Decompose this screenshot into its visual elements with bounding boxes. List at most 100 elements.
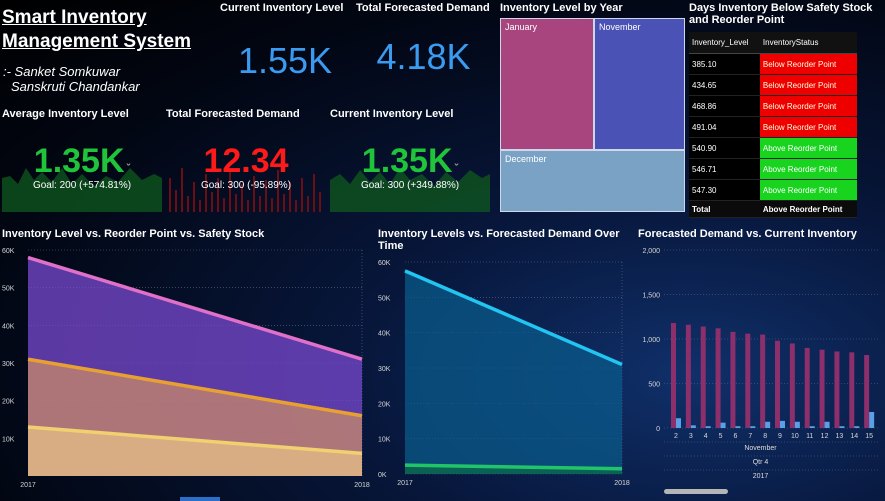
column-header-inventory-level[interactable]: Inventory_Level bbox=[689, 32, 760, 54]
x-tick-label: 2018 bbox=[614, 480, 630, 487]
bar-forecasted[interactable] bbox=[775, 340, 780, 428]
cell-status: Above Reorder Point bbox=[759, 179, 857, 201]
x-tick-label: 7 bbox=[748, 433, 752, 440]
y-tick-label: 0 bbox=[656, 426, 660, 433]
area-chart-1-visual[interactable]: Inventory Level vs. Reorder Point vs. Sa… bbox=[0, 226, 372, 498]
x-tick-label: 6 bbox=[733, 433, 737, 440]
bar-inventory[interactable] bbox=[869, 411, 875, 428]
bar-chart-visual[interactable]: Forecasted Demand vs. Current Inventory … bbox=[636, 226, 885, 498]
table-row[interactable]: 468.86 Below Reorder Point bbox=[689, 95, 857, 117]
author-line-1: :- Sanket Somkuwar bbox=[3, 64, 121, 79]
bar-inventory[interactable] bbox=[690, 425, 696, 428]
bar-forecasted[interactable] bbox=[671, 322, 676, 428]
y-tick-label: 1,000 bbox=[642, 337, 660, 344]
total-forecasted-card-value: 4.18K bbox=[376, 36, 471, 77]
bar-forecasted[interactable] bbox=[745, 333, 751, 428]
table-row[interactable]: 540.90 Above Reorder Point bbox=[689, 137, 857, 159]
treemap-cell-december[interactable]: December bbox=[500, 150, 685, 212]
authors: :- Sanket Somkuwar Sanskruti Chandankar bbox=[3, 64, 140, 94]
bar-inventory[interactable] bbox=[765, 421, 771, 428]
total-status: Above Reorder Point bbox=[759, 200, 857, 218]
bar-forecasted[interactable] bbox=[700, 326, 706, 428]
bar-inventory[interactable] bbox=[780, 420, 785, 428]
bar-inventory[interactable] bbox=[824, 421, 830, 428]
x-tick-label: 2017 bbox=[397, 480, 413, 487]
x-tick-label: 3 bbox=[689, 433, 693, 440]
x-tick-label: 8 bbox=[763, 433, 767, 440]
table-row[interactable]: 491.04 Below Reorder Point bbox=[689, 116, 857, 138]
y-tick-label: 500 bbox=[648, 382, 660, 389]
total-forecasted-card[interactable]: Total Forecasted Demand 4.18K bbox=[356, 2, 491, 102]
bar-inventory[interactable] bbox=[809, 426, 815, 428]
bar-forecasted[interactable] bbox=[789, 343, 795, 428]
kpi-current-inventory[interactable]: Current Inventory Level 1.35K ˇ Goal: 300… bbox=[330, 108, 490, 212]
bar-forecasted[interactable] bbox=[730, 331, 736, 428]
area-chart-2-visual[interactable]: Inventory Levels vs. Forecasted Demand O… bbox=[376, 226, 632, 498]
total-forecasted-card-title: Total Forecasted Demand bbox=[356, 2, 490, 14]
table-row[interactable]: 546.71 Above Reorder Point bbox=[689, 158, 857, 180]
current-inventory-card[interactable]: Current Inventory Level 1.55K bbox=[220, 2, 350, 102]
bar-inventory[interactable] bbox=[705, 426, 711, 428]
author-line-2: Sanskruti Chandankar bbox=[11, 79, 140, 94]
bar-inventory[interactable] bbox=[854, 426, 860, 428]
bar-forecasted[interactable] bbox=[685, 324, 691, 428]
horizontal-scrollbar[interactable] bbox=[664, 489, 728, 494]
y-tick-label: 50K bbox=[2, 286, 15, 293]
bar-inventory[interactable] bbox=[720, 422, 726, 428]
kpi-value-text: 12.34 bbox=[203, 142, 289, 180]
y-tick-label: 0K bbox=[378, 472, 387, 479]
bar-inventory[interactable] bbox=[839, 426, 845, 428]
kpi-title: Total Forecasted Demand bbox=[166, 108, 300, 120]
cell-value: 540.90 bbox=[689, 137, 760, 159]
bar-forecasted[interactable] bbox=[849, 352, 855, 428]
trend-chevron-icon: ˇ bbox=[454, 163, 459, 175]
kpi-average-inventory[interactable]: Average Inventory Level 1.35K ˇ Goal: 200… bbox=[2, 108, 162, 212]
days-below-table-visual[interactable]: Days Inventory Below Safety Stock and Re… bbox=[689, 2, 883, 218]
bar-forecasted[interactable] bbox=[760, 334, 766, 428]
trend-chevron-icon: ˇ bbox=[126, 163, 131, 175]
kpi-value: 12.34 bbox=[166, 142, 326, 181]
cell-status: Below Reorder Point bbox=[759, 95, 857, 117]
bar-forecasted[interactable] bbox=[819, 349, 825, 428]
series-area bbox=[405, 270, 622, 474]
bar-inventory[interactable] bbox=[676, 418, 681, 428]
column-header-inventory-status[interactable]: InventoryStatus bbox=[759, 32, 857, 54]
area-chart-1-svg: 60K 50K 40K 30K 20K 10K 2017 2018 bbox=[2, 248, 370, 489]
bar-forecasted[interactable] bbox=[834, 351, 840, 428]
table-header-row: Inventory_Level InventoryStatus bbox=[689, 32, 857, 54]
cell-value: 547.30 bbox=[689, 179, 760, 201]
report-title: Smart Inventory Management System bbox=[2, 7, 192, 52]
bar-forecasted[interactable] bbox=[715, 328, 721, 428]
table-total-row: Total Above Reorder Point bbox=[689, 200, 857, 218]
x-tick-label: 2018 bbox=[354, 482, 370, 489]
bar-inventory[interactable] bbox=[750, 426, 756, 428]
treemap-visual[interactable]: Inventory Level by Year January November… bbox=[500, 2, 685, 212]
table-row[interactable]: 434.65 Below Reorder Point bbox=[689, 74, 857, 96]
x-tick-label: 5 bbox=[719, 433, 723, 440]
y-tick-label: 10K bbox=[2, 436, 15, 443]
area-chart-1-title: Inventory Level vs. Reorder Point vs. Sa… bbox=[2, 228, 265, 240]
treemap-cell-november[interactable]: November bbox=[594, 18, 685, 150]
x-group-label-month: November bbox=[744, 445, 777, 452]
cell-value: 468.86 bbox=[689, 95, 760, 117]
treemap-cell-january[interactable]: January bbox=[500, 18, 594, 150]
y-tick-label: 1,500 bbox=[642, 293, 660, 300]
current-inventory-card-value: 1.55K bbox=[237, 40, 333, 81]
x-tick-label: 2017 bbox=[20, 482, 36, 489]
bar-inventory[interactable] bbox=[735, 426, 741, 428]
cell-status: Below Reorder Point bbox=[759, 74, 857, 96]
x-tick-label: 14 bbox=[850, 433, 858, 440]
kpi-total-forecasted[interactable]: Total Forecasted Demand 12.34 Goal: 300 … bbox=[166, 108, 326, 212]
table-row[interactable]: 547.30 Above Reorder Point bbox=[689, 179, 857, 201]
bar-forecasted[interactable] bbox=[864, 355, 870, 428]
x-tick-label: 9 bbox=[778, 433, 782, 440]
bar-inventory[interactable] bbox=[794, 421, 800, 428]
cell-value: 546.71 bbox=[689, 158, 760, 180]
x-group-label-year: 2017 bbox=[752, 473, 769, 480]
cell-value: 491.04 bbox=[689, 116, 760, 138]
x-group-label-quarter: Qtr 4 bbox=[752, 459, 769, 466]
cell-value: 434.65 bbox=[689, 74, 760, 96]
bar-forecasted[interactable] bbox=[804, 347, 810, 428]
table-row[interactable]: 385.10 Below Reorder Point bbox=[689, 53, 857, 75]
inventory-status-table: Inventory_Level InventoryStatus 385.10 Be… bbox=[689, 32, 857, 218]
